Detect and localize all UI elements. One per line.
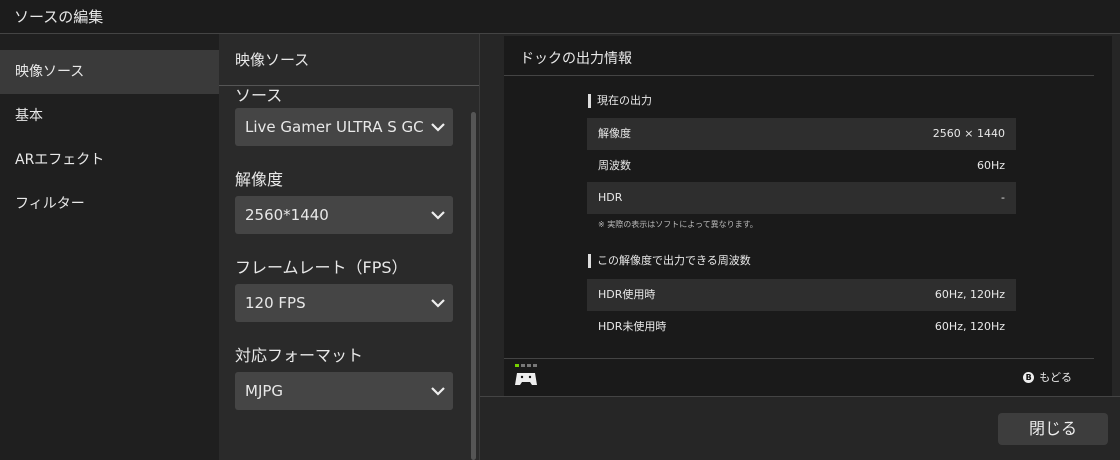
scrollbar[interactable] [471,112,476,460]
row-value: 60Hz, 120Hz [934,320,1005,333]
close-button[interactable]: 閉じる [998,413,1108,445]
window-title: ソースの編集 [0,0,1120,34]
info-row: 周波数 60Hz [587,150,1016,182]
source-value: Live Gamer ULTRA S GC553 [245,118,453,136]
framerate-label: フレームレート（FPS） [235,258,408,277]
chevron-down-icon [423,196,453,234]
row-label: 解像度 [598,127,631,140]
sidebar: 映像ソース 基本 ARエフェクト フィルター [0,34,219,460]
b-button-icon: B [1023,371,1035,383]
format-value: MJPG [245,382,284,400]
current-output-heading: 現在の出力 [588,94,1112,108]
row-value: 60Hz, 120Hz [934,288,1005,301]
row-value: 2560 × 1440 [932,127,1005,140]
source-label: ソース [235,86,283,105]
sidebar-item-video-source[interactable]: 映像ソース [0,50,219,94]
bottom-bar: 閉じる [480,396,1120,460]
dock-footer: B もどる [504,358,1094,396]
resolution-label: 解像度 [235,170,284,189]
source-select[interactable]: Live Gamer ULTRA S GC553 [235,108,453,146]
resolution-value: 2560*1440 [245,206,329,224]
row-label: HDR未使用時 [598,320,667,333]
output-note: ※ 実際の表示はソフトによって異なります。 [598,220,758,229]
supported-frequency-heading: この解像度で出力できる周波数 [588,254,1112,268]
resolution-select[interactable]: 2560*1440 [235,196,453,234]
row-label: HDR [598,191,623,204]
row-value: 60Hz [976,159,1005,172]
info-row: HDR使用時 60Hz, 120Hz [587,279,1016,311]
chevron-down-icon [423,108,453,146]
back-button[interactable]: B もどる [1023,369,1072,385]
panel-title: 映像ソース [219,34,479,86]
framerate-select[interactable]: 120 FPS [235,284,453,322]
info-row: 解像度 2560 × 1440 [587,118,1016,150]
sidebar-item-filter[interactable]: フィルター [0,182,219,226]
back-label: もどる [1039,371,1072,384]
sidebar-item-basic[interactable]: 基本 [0,94,219,138]
format-select[interactable]: MJPG [235,372,453,410]
row-value: - [1001,191,1005,204]
chevron-down-icon [423,284,453,322]
info-row: HDR - [587,182,1016,214]
format-label: 対応フォーマット [235,346,364,365]
info-row: HDR未使用時 60Hz, 120Hz [587,311,1016,343]
controller-icon [514,363,538,391]
dock-info-title: ドックの出力情報 [504,36,1094,76]
framerate-value: 120 FPS [245,294,306,312]
row-label: HDR使用時 [598,288,656,301]
video-source-panel: 映像ソース ソース Live Gamer ULTRA S GC553 解像度 2… [219,34,480,460]
chevron-down-icon [423,372,453,410]
sidebar-item-ar-effect[interactable]: ARエフェクト [0,138,219,182]
row-label: 周波数 [598,159,631,172]
dock-output-info-panel: ドックの出力情報 現在の出力 解像度 2560 × 1440 周波数 60Hz HD… [504,36,1112,396]
